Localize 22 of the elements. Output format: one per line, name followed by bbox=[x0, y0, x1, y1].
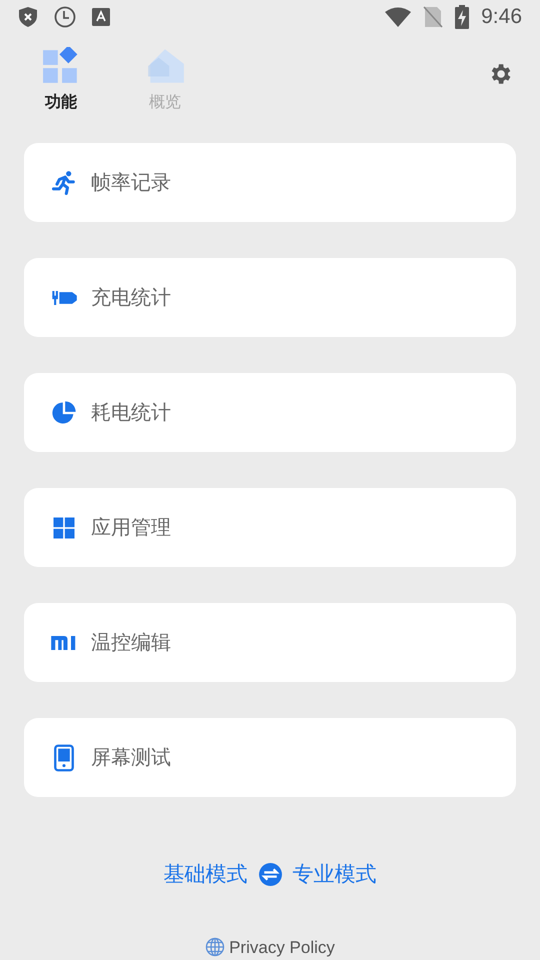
pro-mode-link[interactable]: 专业模式 bbox=[292, 859, 376, 890]
feature-card[interactable]: 充电统计 bbox=[24, 258, 516, 337]
nav-tab[interactable]: 功能 bbox=[33, 47, 89, 116]
feature-card[interactable]: 应用管理 bbox=[24, 488, 516, 567]
running-figure-icon bbox=[50, 168, 78, 196]
clock-icon bbox=[54, 6, 76, 28]
basic-mode-link[interactable]: 基础模式 bbox=[164, 859, 248, 890]
pie-chart-icon bbox=[50, 398, 78, 426]
swap-icon bbox=[258, 862, 282, 888]
clock-time: 9:46 bbox=[481, 4, 522, 30]
shield-icon bbox=[18, 6, 38, 28]
no-sim-icon bbox=[423, 6, 444, 28]
feature-card[interactable]: 屏幕测试 bbox=[24, 718, 516, 797]
tiles-icon bbox=[42, 47, 80, 86]
privacy-policy-link[interactable]: Privacy Policy bbox=[229, 934, 335, 960]
feature-card[interactable]: 温控编辑 bbox=[24, 603, 516, 682]
wifi-icon bbox=[385, 6, 412, 27]
globe-icon bbox=[205, 937, 226, 958]
feature-card[interactable]: 帧率记录 bbox=[24, 143, 516, 222]
keyboard-icon bbox=[92, 8, 110, 26]
feature-card[interactable]: 耗电统计 bbox=[24, 373, 516, 452]
battery-charging-icon bbox=[455, 4, 470, 29]
